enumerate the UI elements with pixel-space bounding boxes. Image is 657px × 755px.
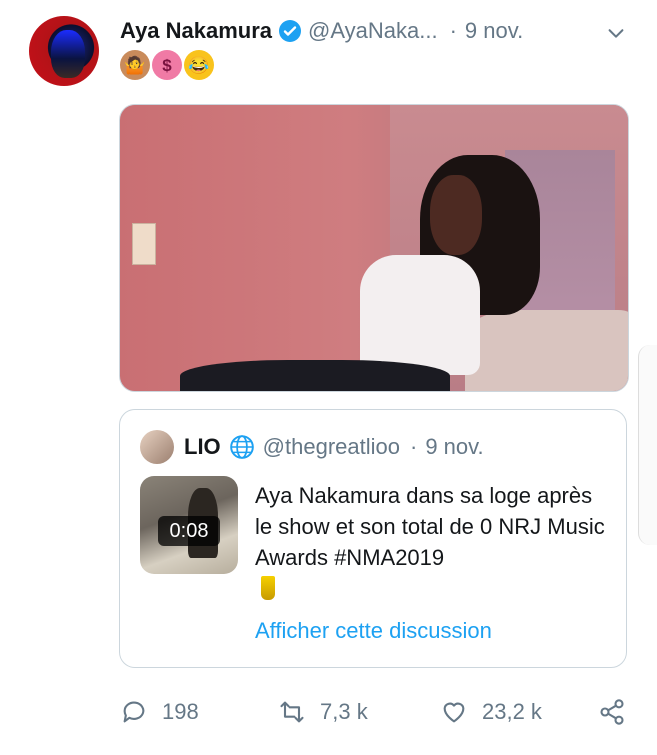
quoted-tweet[interactable]: LIO @thegreatlioo · 9 nov. 0:08 Aya Naka…: [119, 409, 627, 668]
quoted-tweet-date[interactable]: 9 nov.: [425, 434, 483, 460]
author-avatar[interactable]: [29, 16, 99, 86]
like-button[interactable]: 23,2 k: [440, 690, 542, 734]
quoted-author-handle[interactable]: @thegreatlioo: [263, 434, 400, 460]
shrug-emoji-icon: 🤷: [120, 50, 150, 80]
rofl-emoji-icon: 😂: [184, 50, 214, 80]
retweet-icon: [280, 701, 304, 723]
video-thumbnail[interactable]: 0:08: [140, 476, 238, 574]
separator-dot: ·: [449, 18, 457, 43]
tweet-image[interactable]: [119, 104, 629, 392]
like-icon: [443, 702, 465, 723]
like-count: 23,2 k: [482, 699, 542, 724]
share-button[interactable]: [598, 690, 626, 734]
money-face-emoji-icon: $: [152, 50, 182, 80]
side-panel-edge: [638, 345, 657, 545]
video-duration: 0:08: [158, 516, 220, 546]
verified-badge-icon: [279, 20, 302, 42]
show-thread-link[interactable]: Afficher cette discussion: [255, 618, 492, 644]
chevron-down-icon[interactable]: [605, 22, 627, 44]
retweet-button[interactable]: 7,3 k: [278, 690, 368, 734]
globe-icon: [229, 435, 254, 459]
reply-count: 198: [162, 699, 199, 724]
tweet-actions: 198 7,3 k 23,2 k: [0, 690, 657, 734]
quoted-author-name[interactable]: LIO: [184, 434, 221, 460]
quoted-tweet-text: Aya Nakamura dans sa loge après le show …: [255, 480, 615, 604]
retweet-count: 7,3 k: [320, 699, 368, 724]
medal-emoji-icon: [261, 576, 275, 600]
share-icon: [600, 699, 624, 725]
quoted-author-avatar[interactable]: [140, 430, 174, 464]
separator-dot: ·: [409, 434, 418, 459]
reply-icon: [123, 701, 145, 723]
author-name[interactable]: Aya Nakamura: [120, 18, 272, 44]
tweet-text: 🤷 $ 😂: [120, 50, 214, 82]
author-handle[interactable]: @AyaNaka...: [308, 18, 438, 44]
reply-button[interactable]: 198: [120, 690, 199, 734]
tweet-date[interactable]: 9 nov.: [465, 18, 523, 44]
tweet-header: Aya Nakamura @AyaNaka... · 9 nov.: [120, 14, 637, 48]
